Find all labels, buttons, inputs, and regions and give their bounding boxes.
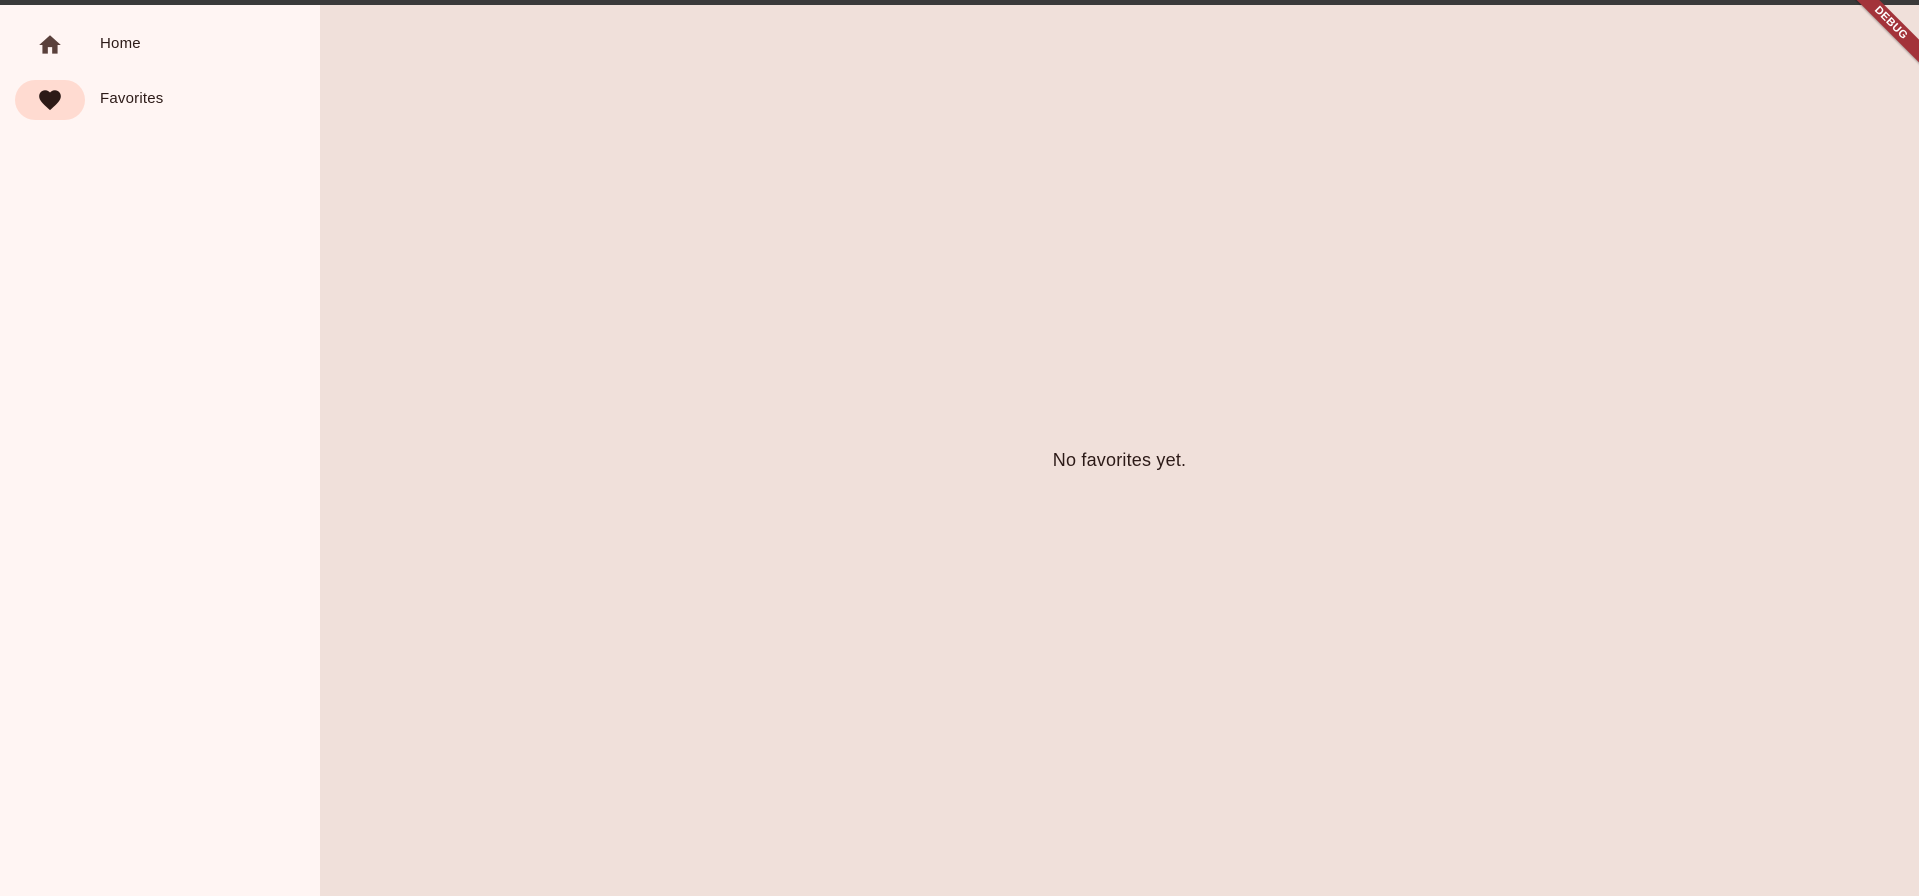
home-icon (39, 35, 61, 54)
nav-item-label: Favorites (100, 90, 164, 107)
debug-banner: DEBUG (1847, 0, 1919, 72)
heart-icon (39, 90, 61, 111)
nav-item-home[interactable]: Home (0, 13, 320, 69)
empty-state-message: No favorites yet. (1052, 450, 1187, 470)
debug-banner-label: DEBUG (1847, 0, 1919, 68)
favorites-page: No favorites yet. (320, 5, 1919, 896)
nav-item-label: Home (100, 35, 141, 52)
navigation-rail: Home Favorites (0, 5, 320, 896)
nav-item-favorites[interactable]: Favorites (0, 68, 320, 124)
